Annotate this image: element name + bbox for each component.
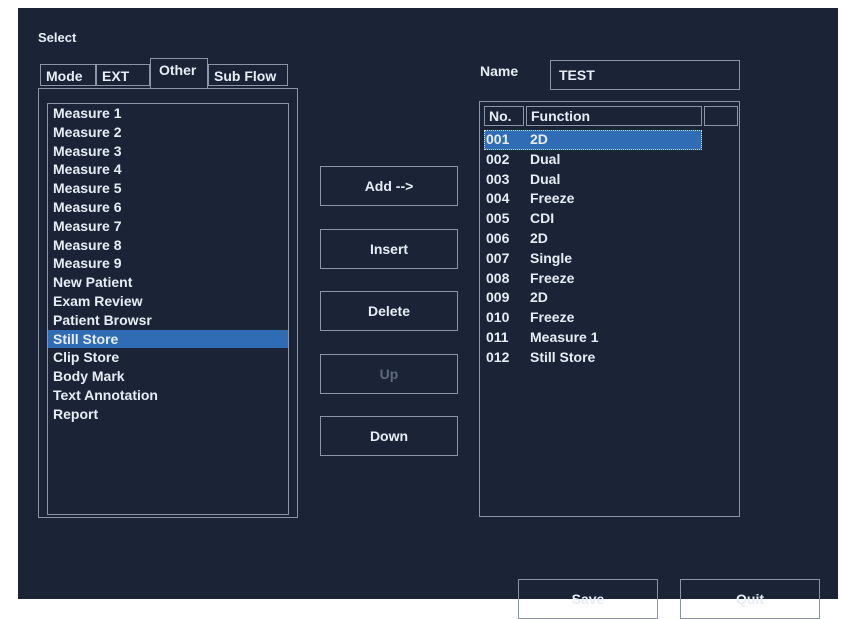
row-number: 004 [486,190,510,207]
list-item[interactable]: Report [48,405,288,424]
dialog-title: Select [38,30,77,45]
row-number: 007 [486,249,510,266]
sequence-rows: 001 2D 002 Dual 003 Dual 004 Freeze 005 CDI 006 2D 0… [484,130,724,368]
row-number: 005 [486,210,510,227]
name-label: Name [480,63,519,79]
row-function: Measure 1 [530,328,599,345]
row-number: 002 [486,150,510,167]
row-function: Dual [530,170,561,187]
column-header-blank [704,106,738,126]
row-function: Single [530,249,573,266]
tab-other[interactable]: Other [150,58,208,88]
table-row[interactable]: 007 Single [484,249,724,269]
row-number: 011 [486,328,509,345]
quit-button[interactable]: Quit [680,579,820,619]
save-button[interactable]: Save [518,579,658,619]
table-row[interactable]: 002 Dual [484,150,724,170]
list-item[interactable]: Measure 8 [48,236,288,255]
row-function: Still Store [530,348,596,365]
row-function: Dual [530,150,561,167]
sequence-table: No. Function 001 2D 002 Dual 003 Dual 004 Freez… [479,101,740,517]
tab-panel: Measure 1 Measure 2 Measure 3 Measure 4 Meas… [38,88,298,518]
function-source-list[interactable]: Measure 1 Measure 2 Measure 3 Measure 4 Meas… [47,103,289,515]
tab-sub-flow[interactable]: Sub Flow [208,64,288,86]
table-row[interactable]: 012 Still Store [484,348,724,368]
list-item[interactable]: New Patient [48,273,288,292]
row-number: 003 [486,170,510,187]
row-number: 012 [486,348,510,365]
down-button[interactable]: Down [320,416,458,456]
row-number: 001 [486,131,510,147]
list-item[interactable]: Body Mark [48,367,288,386]
list-item[interactable]: Measure 4 [48,160,288,179]
row-number: 006 [486,229,510,246]
list-item[interactable]: Text Annotation [48,386,288,405]
row-function: CDI [530,210,555,227]
list-item[interactable]: Measure 1 [48,104,288,123]
row-function: Freeze [530,309,575,326]
list-item[interactable]: Still Store [48,329,288,349]
list-item[interactable]: Exam Review [48,292,288,311]
table-row[interactable]: 011 Measure 1 [484,328,724,348]
row-function: 2D [530,229,548,246]
tab-ext[interactable]: EXT [96,64,150,86]
list-item[interactable]: Measure 2 [48,123,288,142]
table-row[interactable]: 010 Freeze [484,308,724,328]
table-row[interactable]: 003 Dual [484,170,724,190]
row-number: 010 [486,309,510,326]
list-item[interactable]: Measure 3 [48,142,288,161]
row-number: 008 [486,269,510,286]
list-item[interactable]: Measure 6 [48,198,288,217]
row-number: 009 [486,289,510,306]
delete-button[interactable]: Delete [320,291,458,331]
add-button[interactable]: Add --> [320,166,458,206]
dialog: Select Mode EXT Other Sub Flow Measure 1… [18,8,838,619]
column-header-no: No. [484,106,524,126]
list-item[interactable]: Patient Browsr [48,311,288,330]
row-function: Freeze [530,269,575,286]
tab-mode[interactable]: Mode [40,64,96,86]
table-row[interactable]: 005 CDI [484,209,724,229]
table-row[interactable]: 004 Freeze [484,189,724,209]
table-row[interactable]: 001 2D [484,130,702,150]
table-row[interactable]: 009 2D [484,288,724,308]
insert-button[interactable]: Insert [320,229,458,269]
list-item[interactable]: Measure 7 [48,217,288,236]
row-function: 2D [530,289,548,306]
row-function: Freeze [530,190,575,207]
table-row[interactable]: 006 2D [484,229,724,249]
column-header-function: Function [526,106,702,126]
up-button[interactable]: Up [320,354,458,394]
list-item[interactable]: Clip Store [48,348,288,367]
list-item[interactable]: Measure 5 [48,179,288,198]
row-function: 2D [530,131,548,147]
list-item[interactable]: Measure 9 [48,254,288,273]
table-row[interactable]: 008 Freeze [484,269,724,289]
name-field[interactable] [550,60,740,90]
